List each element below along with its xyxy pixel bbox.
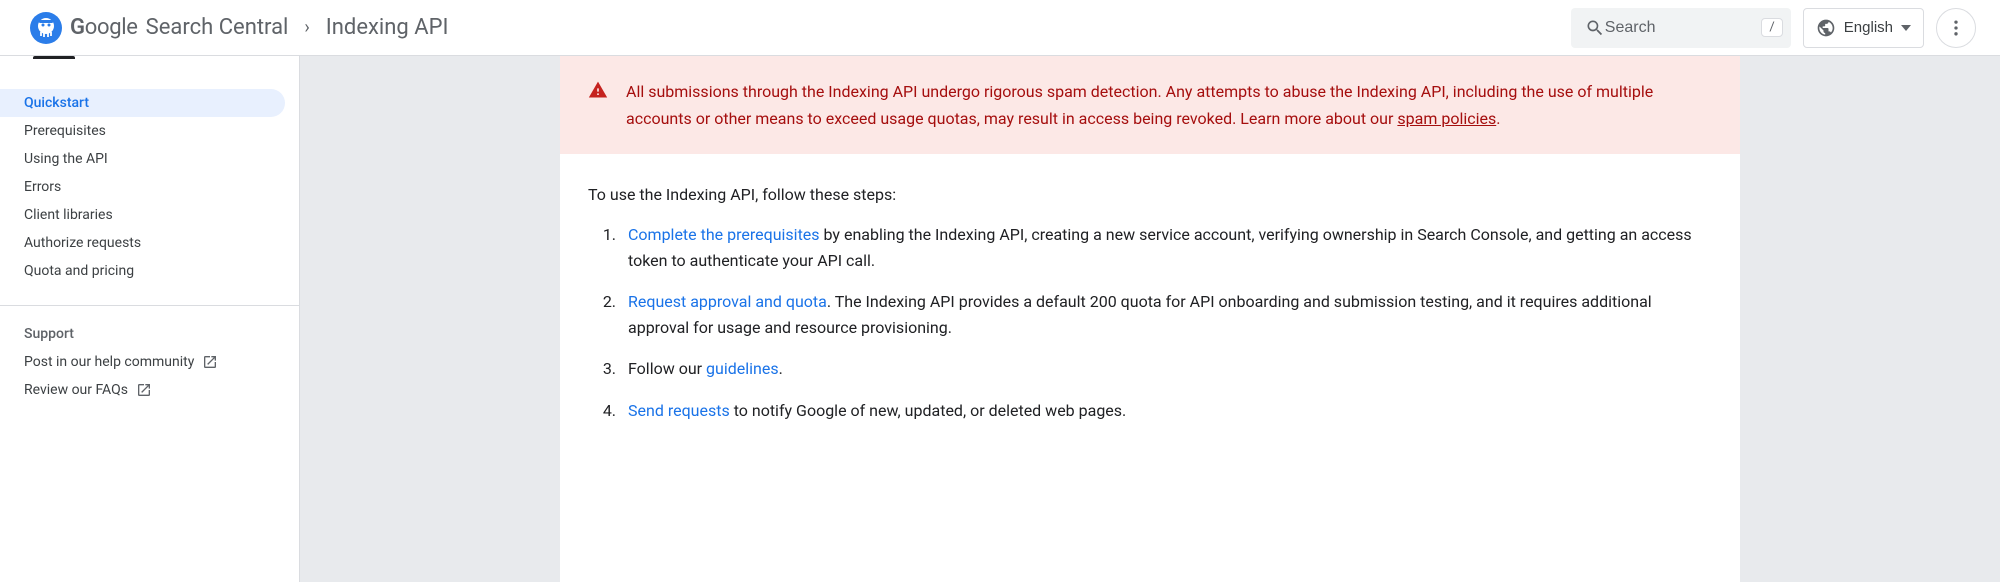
support-section-title: Support: [0, 305, 299, 348]
top-header: Google Search Central › Indexing API / E…: [0, 0, 2000, 56]
breadcrumb-page[interactable]: Indexing API: [326, 15, 449, 40]
more-vert-icon: [1946, 18, 1966, 38]
section-title[interactable]: Search Central: [146, 15, 289, 40]
step-link[interactable]: Request approval and quota: [628, 292, 827, 311]
content-wrap: All submissions through the Indexing API…: [300, 56, 2000, 582]
alert-text: All submissions through the Indexing API…: [626, 78, 1712, 132]
language-label: English: [1844, 19, 1893, 36]
search-input[interactable]: [1605, 19, 1762, 37]
external-link-icon: [202, 354, 218, 370]
support-item-label: Post in our help community: [24, 354, 194, 370]
nav-item-quickstart[interactable]: Quickstart: [0, 89, 285, 117]
tab-indicator: [33, 56, 75, 59]
language-selector[interactable]: English: [1803, 8, 1924, 48]
external-link-icon: [136, 382, 152, 398]
nav-item-errors[interactable]: Errors: [0, 173, 285, 201]
product-logo-icon[interactable]: [30, 12, 62, 44]
step-link[interactable]: guidelines: [706, 359, 779, 378]
support-item-label: Review our FAQs: [24, 382, 128, 398]
step-link[interactable]: Send requests: [628, 401, 730, 420]
brand-g: G: [70, 15, 85, 40]
step-link[interactable]: Complete the prerequisites: [628, 225, 820, 244]
search-shortcut-key: /: [1761, 18, 1782, 37]
spam-policies-link[interactable]: spam policies: [1397, 109, 1496, 128]
nav-item-quota-and-pricing[interactable]: Quota and pricing: [0, 257, 285, 285]
step-1: Complete the prerequisites by enabling t…: [620, 222, 1712, 273]
header-left: Google Search Central › Indexing API: [30, 12, 448, 44]
step-2: Request approval and quota. The Indexing…: [620, 289, 1712, 340]
search-box[interactable]: /: [1571, 8, 1791, 48]
search-icon: [1585, 18, 1605, 38]
warning-icon: [588, 80, 608, 132]
body-wrap: QuickstartPrerequisitesUsing the APIErro…: [0, 56, 2000, 582]
more-options-button[interactable]: [1936, 8, 1976, 48]
intro-text: To use the Indexing API, follow these st…: [560, 154, 1740, 218]
dropdown-arrow-icon: [1901, 25, 1911, 31]
step-3: Follow our guidelines.: [620, 356, 1712, 382]
brand-logo-text[interactable]: Google: [70, 15, 138, 40]
nav-item-client-libraries[interactable]: Client libraries: [0, 201, 285, 229]
alert-text-after: .: [1496, 109, 1500, 128]
chevron-right-icon: ›: [304, 17, 309, 38]
step-rest: .: [779, 359, 783, 378]
support-item-review-our-faqs[interactable]: Review our FAQs: [0, 376, 285, 404]
step-4: Send requests to notify Google of new, u…: [620, 398, 1712, 424]
steps-list: Complete the prerequisites by enabling t…: [560, 218, 1740, 468]
nav-list: QuickstartPrerequisitesUsing the APIErro…: [0, 89, 299, 285]
brand-rest: oogle: [85, 15, 138, 40]
warning-alert: All submissions through the Indexing API…: [560, 56, 1740, 154]
sidebar: QuickstartPrerequisitesUsing the APIErro…: [0, 56, 300, 582]
step-rest: to notify Google of new, updated, or del…: [730, 401, 1127, 420]
globe-icon: [1816, 18, 1836, 38]
support-item-post-in-our-help-community[interactable]: Post in our help community: [0, 348, 285, 376]
header-right: / English: [1571, 8, 1976, 48]
support-list: Post in our help community Review our FAQ…: [0, 348, 299, 404]
content-card: All submissions through the Indexing API…: [560, 56, 1740, 582]
nav-item-prerequisites[interactable]: Prerequisites: [0, 117, 285, 145]
nav-item-authorize-requests[interactable]: Authorize requests: [0, 229, 285, 257]
nav-item-using-the-api[interactable]: Using the API: [0, 145, 285, 173]
step-prefix: Follow our: [628, 359, 706, 378]
